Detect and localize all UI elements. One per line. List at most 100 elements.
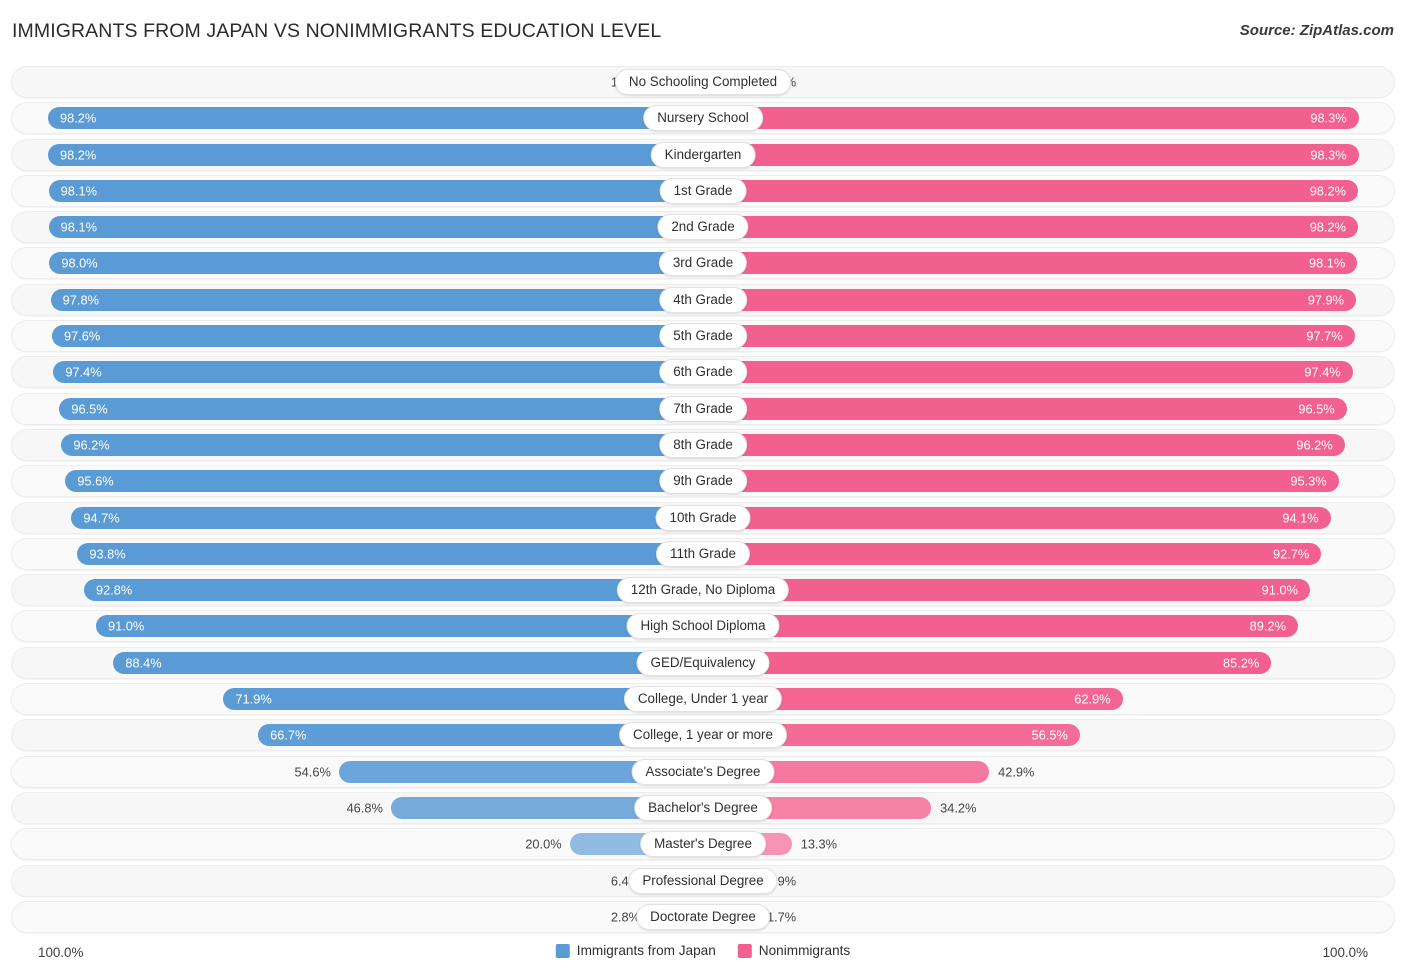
bar-value-nonimmigrants: 34.2% xyxy=(940,800,977,816)
category-label: 4th Grade xyxy=(659,286,747,313)
bar-value-nonimmigrants: 97.4% xyxy=(1304,364,1341,380)
bar-row: 96.2% 96.2% 8th Grade xyxy=(0,428,1406,461)
bar-immigrants: 96.5% xyxy=(59,397,703,420)
bar-row: 94.7% 94.1% 10th Grade xyxy=(0,501,1406,534)
bar-row: 88.4% 85.2% GED/Equivalency xyxy=(0,646,1406,679)
legend: Immigrants from Japan Nonimmigrants xyxy=(555,943,851,958)
bar-rows-container: 1.9%1.8%No Schooling Completed 98.2% 98.3%… xyxy=(0,66,1406,937)
legend-item-nonimmigrants: Nonimmigrants xyxy=(737,943,851,958)
bar-value-nonimmigrants: 96.5% xyxy=(1298,401,1335,417)
bar-row: 20.0% 13.3% Master's Degree xyxy=(0,828,1406,861)
bar-nonimmigrants: 98.1% xyxy=(703,252,1358,275)
bar-value-immigrants: 97.8% xyxy=(62,292,99,308)
category-label: 3rd Grade xyxy=(658,250,748,277)
category-label: 8th Grade xyxy=(659,431,747,458)
bar-nonimmigrants: 98.2% xyxy=(703,216,1358,239)
bar-nonimmigrants: 92.7% xyxy=(703,542,1322,565)
bar-row: 71.9% 62.9% College, Under 1 year xyxy=(0,683,1406,716)
bar-nonimmigrants: 98.3% xyxy=(703,107,1359,130)
bar-immigrants: 97.6% xyxy=(52,325,703,348)
category-label: Professional Degree xyxy=(628,867,778,894)
bar-immigrants: 88.4% xyxy=(113,651,703,674)
bar-value-nonimmigrants: 85.2% xyxy=(1222,655,1260,671)
bar-row: 96.5% 96.5% 7th Grade xyxy=(0,392,1406,425)
bar-row: 6.4% 3.9% Professional Degree xyxy=(0,864,1406,897)
bar-row: 95.6% 95.3% 9th Grade xyxy=(0,465,1406,498)
bar-nonimmigrants: 85.2% xyxy=(703,651,1272,674)
bar-value-immigrants: 97.4% xyxy=(65,364,102,380)
bar-value-nonimmigrants: 98.2% xyxy=(1309,183,1346,199)
legend-label-immigrants: Immigrants from Japan xyxy=(576,943,716,958)
bar-value-immigrants: 20.0% xyxy=(525,836,562,852)
bar-row: 97.8% 97.9% 4th Grade xyxy=(0,283,1406,316)
bar-immigrants: 98.0% xyxy=(49,252,703,275)
bar-row: 91.0% 89.2% High School Diploma xyxy=(0,610,1406,643)
bar-value-nonimmigrants: 91.0% xyxy=(1261,582,1298,598)
category-label: Master's Degree xyxy=(640,831,766,858)
bar-value-nonimmigrants: 56.5% xyxy=(1031,727,1068,743)
bar-value-nonimmigrants: 96.2% xyxy=(1296,437,1333,453)
bar-value-immigrants: 98.2% xyxy=(60,147,97,163)
category-label: 7th Grade xyxy=(659,395,747,422)
bar-value-immigrants: 96.2% xyxy=(73,437,110,453)
bar-immigrants: 93.8% xyxy=(77,542,703,565)
category-label: 5th Grade xyxy=(659,323,747,350)
bar-row: 93.8% 92.7% 11th Grade xyxy=(0,537,1406,570)
bar-row: 98.1% 98.2% 1st Grade xyxy=(0,174,1406,207)
chart-footer: 100.0% Immigrants from Japan Nonimmigran… xyxy=(0,941,1406,967)
category-label: 12th Grade, No Diploma xyxy=(616,577,790,604)
bar-value-immigrants: 97.6% xyxy=(64,328,101,344)
bar-value-immigrants: 92.8% xyxy=(96,582,133,598)
legend-swatch-immigrants xyxy=(555,943,570,958)
bar-immigrants: 95.6% xyxy=(65,470,703,493)
bar-value-immigrants: 93.8% xyxy=(89,546,126,562)
category-label: Bachelor's Degree xyxy=(634,794,772,821)
bar-value-immigrants: 98.1% xyxy=(60,183,97,199)
category-label: 6th Grade xyxy=(659,359,747,386)
bar-value-nonimmigrants: 98.3% xyxy=(1310,110,1347,126)
bar-immigrants: 98.1% xyxy=(48,216,703,239)
bar-immigrants: 96.2% xyxy=(61,433,703,456)
bar-row: 1.9%1.8%No Schooling Completed xyxy=(0,66,1406,98)
axis-label-right: 100.0% xyxy=(1322,945,1368,960)
category-label: Nursery School xyxy=(643,105,763,132)
bar-value-nonimmigrants: 97.7% xyxy=(1306,328,1343,344)
bar-nonimmigrants: 98.2% xyxy=(703,179,1358,202)
category-label: No Schooling Completed xyxy=(614,69,792,95)
bar-nonimmigrants: 94.1% xyxy=(703,506,1331,529)
bar-value-immigrants: 98.1% xyxy=(60,219,97,235)
bar-value-immigrants: 98.0% xyxy=(61,255,98,271)
bar-value-immigrants: 91.0% xyxy=(108,618,145,634)
bar-immigrants: 97.8% xyxy=(50,288,703,311)
bar-value-nonimmigrants: 42.9% xyxy=(998,764,1035,780)
bar-value-nonimmigrants: 92.7% xyxy=(1273,546,1310,562)
bar-nonimmigrants: 96.2% xyxy=(703,433,1345,456)
bar-row: 46.8% 34.2% Bachelor's Degree xyxy=(0,791,1406,824)
bar-nonimmigrants: 97.7% xyxy=(703,325,1355,348)
bar-nonimmigrants: 91.0% xyxy=(703,579,1310,602)
bar-value-immigrants: 88.4% xyxy=(125,655,162,671)
bar-value-nonimmigrants: 13.3% xyxy=(800,836,837,852)
bar-immigrants: 91.0% xyxy=(96,615,703,638)
category-label: 2nd Grade xyxy=(657,214,749,241)
source-label: Source: ZipAtlas.com xyxy=(1239,22,1394,39)
bar-value-nonimmigrants: 97.9% xyxy=(1307,292,1344,308)
category-label: GED/Equivalency xyxy=(636,649,770,676)
category-label: Kindergarten xyxy=(650,141,756,168)
category-label: 10th Grade xyxy=(655,504,751,531)
axis-label-left: 100.0% xyxy=(38,945,84,960)
bar-value-nonimmigrants: 98.1% xyxy=(1309,255,1346,271)
bar-row: 98.1% 98.2% 2nd Grade xyxy=(0,211,1406,244)
bar-nonimmigrants: 98.3% xyxy=(703,143,1359,166)
bar-value-immigrants: 66.7% xyxy=(270,727,307,743)
bar-immigrants: 98.2% xyxy=(48,143,703,166)
legend-label-nonimmigrants: Nonimmigrants xyxy=(758,943,851,958)
bar-value-immigrants: 94.7% xyxy=(83,510,120,526)
bar-immigrants: 97.4% xyxy=(53,361,703,384)
category-label: 11th Grade xyxy=(655,540,751,567)
bar-value-nonimmigrants: 98.2% xyxy=(1309,219,1346,235)
bar-value-immigrants: 46.8% xyxy=(346,800,383,816)
category-label: College, 1 year or more xyxy=(619,722,787,749)
bar-value-nonimmigrants: 95.3% xyxy=(1290,473,1327,489)
bar-immigrants: 92.8% xyxy=(84,579,703,602)
